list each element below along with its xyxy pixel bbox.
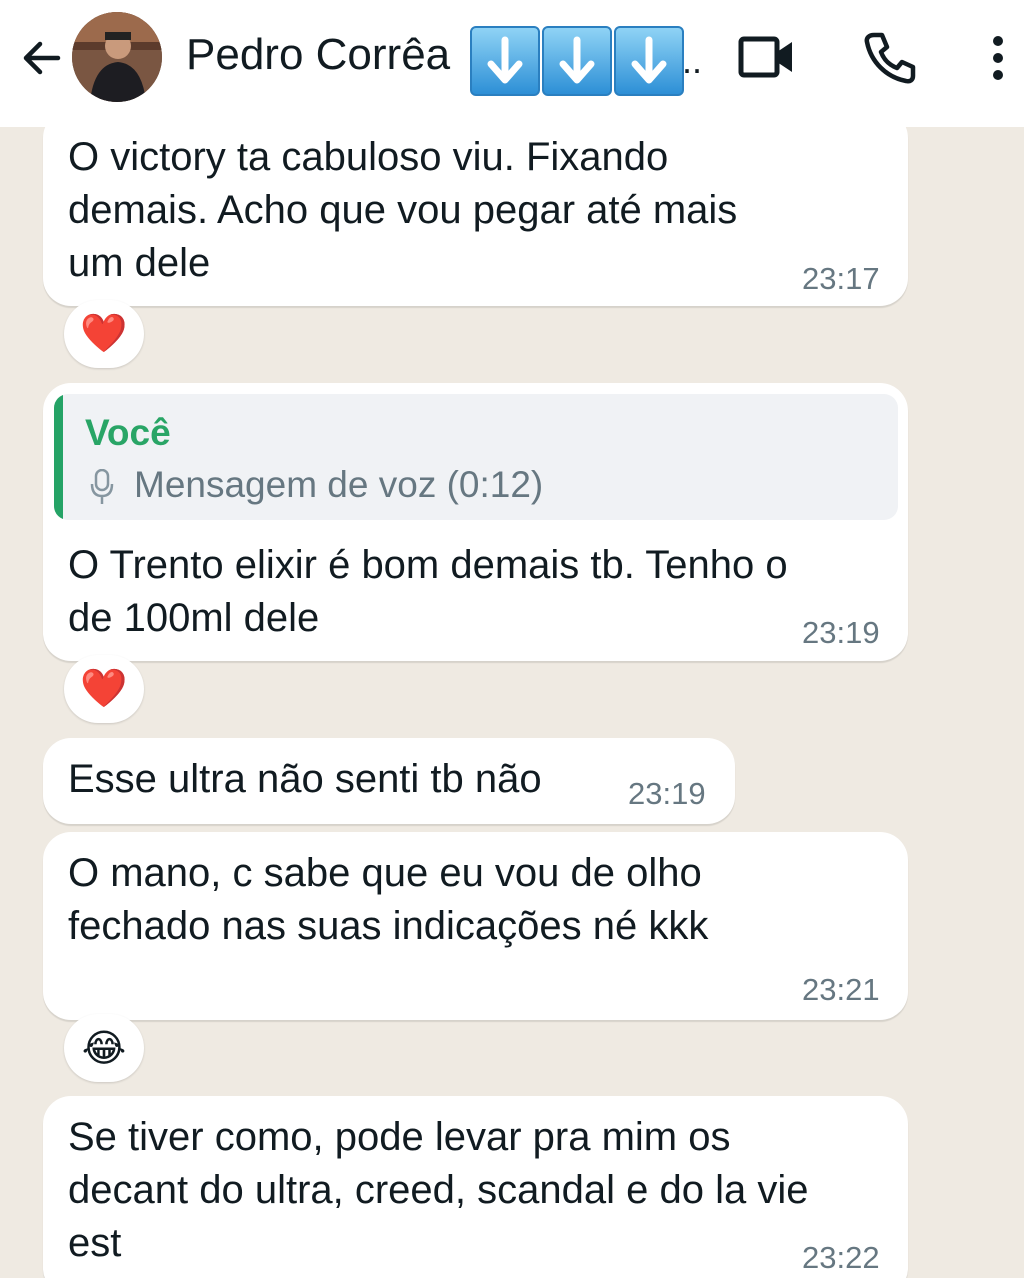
contact-name[interactable]: Pedro Corrêa [186, 30, 450, 80]
heart-reaction-icon: ❤️ [80, 668, 128, 710]
chat-header: Pedro Corrêa .. [0, 0, 1024, 127]
message-bubble[interactable]: Se tiver como, pode levar pra mim os dec… [43, 1096, 908, 1278]
microphone-icon [90, 469, 114, 504]
down-arrow-key-icon [470, 26, 540, 96]
message-time: 23:17 [802, 261, 880, 296]
message-bubble[interactable]: Esse ultra não senti tb não 23:19 [43, 738, 735, 824]
avatar[interactable] [72, 12, 162, 102]
back-arrow-icon[interactable] [18, 35, 64, 81]
message-time: 23:19 [802, 615, 880, 650]
reaction-badge[interactable]: 😂 [64, 1014, 144, 1082]
message-text: O mano, c sabe que eu vou de olho fechad… [68, 851, 709, 948]
name-truncation: .. [682, 40, 703, 81]
message-bubble[interactable]: O victory ta cabuloso viu. Fixando demai… [43, 110, 908, 306]
message-bubble[interactable]: O mano, c sabe que eu vou de olho fechad… [43, 832, 908, 1020]
message-text: O Trento elixir é bom demais tb. Tenho o… [68, 543, 788, 640]
message-time: 23:22 [802, 1240, 880, 1275]
down-arrow-key-icon [542, 26, 612, 96]
down-arrow-key-icon [614, 26, 684, 96]
video-call-icon[interactable] [738, 34, 796, 80]
quote-accent-bar [54, 394, 63, 520]
heart-reaction-icon: ❤️ [80, 313, 128, 355]
quoted-message[interactable]: Você Mensagem de voz (0:12) [54, 394, 898, 520]
quote-author: Você [85, 412, 171, 453]
message-text: Esse ultra não senti tb não [68, 757, 542, 801]
more-options-icon[interactable] [982, 34, 1014, 82]
quote-text: Mensagem de voz (0:12) [134, 464, 544, 505]
laughing-emoji-reaction-icon: 😂 [81, 1027, 127, 1070]
message-text: O victory ta cabuloso viu. Fixando demai… [68, 135, 738, 285]
phone-call-icon[interactable] [862, 30, 918, 86]
reaction-badge[interactable]: ❤️ [64, 655, 144, 723]
avatar-photo [72, 12, 162, 102]
message-time: 23:21 [802, 972, 880, 1007]
name-emoji-group [470, 26, 684, 96]
message-time: 23:19 [628, 776, 706, 811]
reaction-badge[interactable]: ❤️ [64, 300, 144, 368]
message-text: Se tiver como, pode levar pra mim os dec… [68, 1115, 809, 1265]
